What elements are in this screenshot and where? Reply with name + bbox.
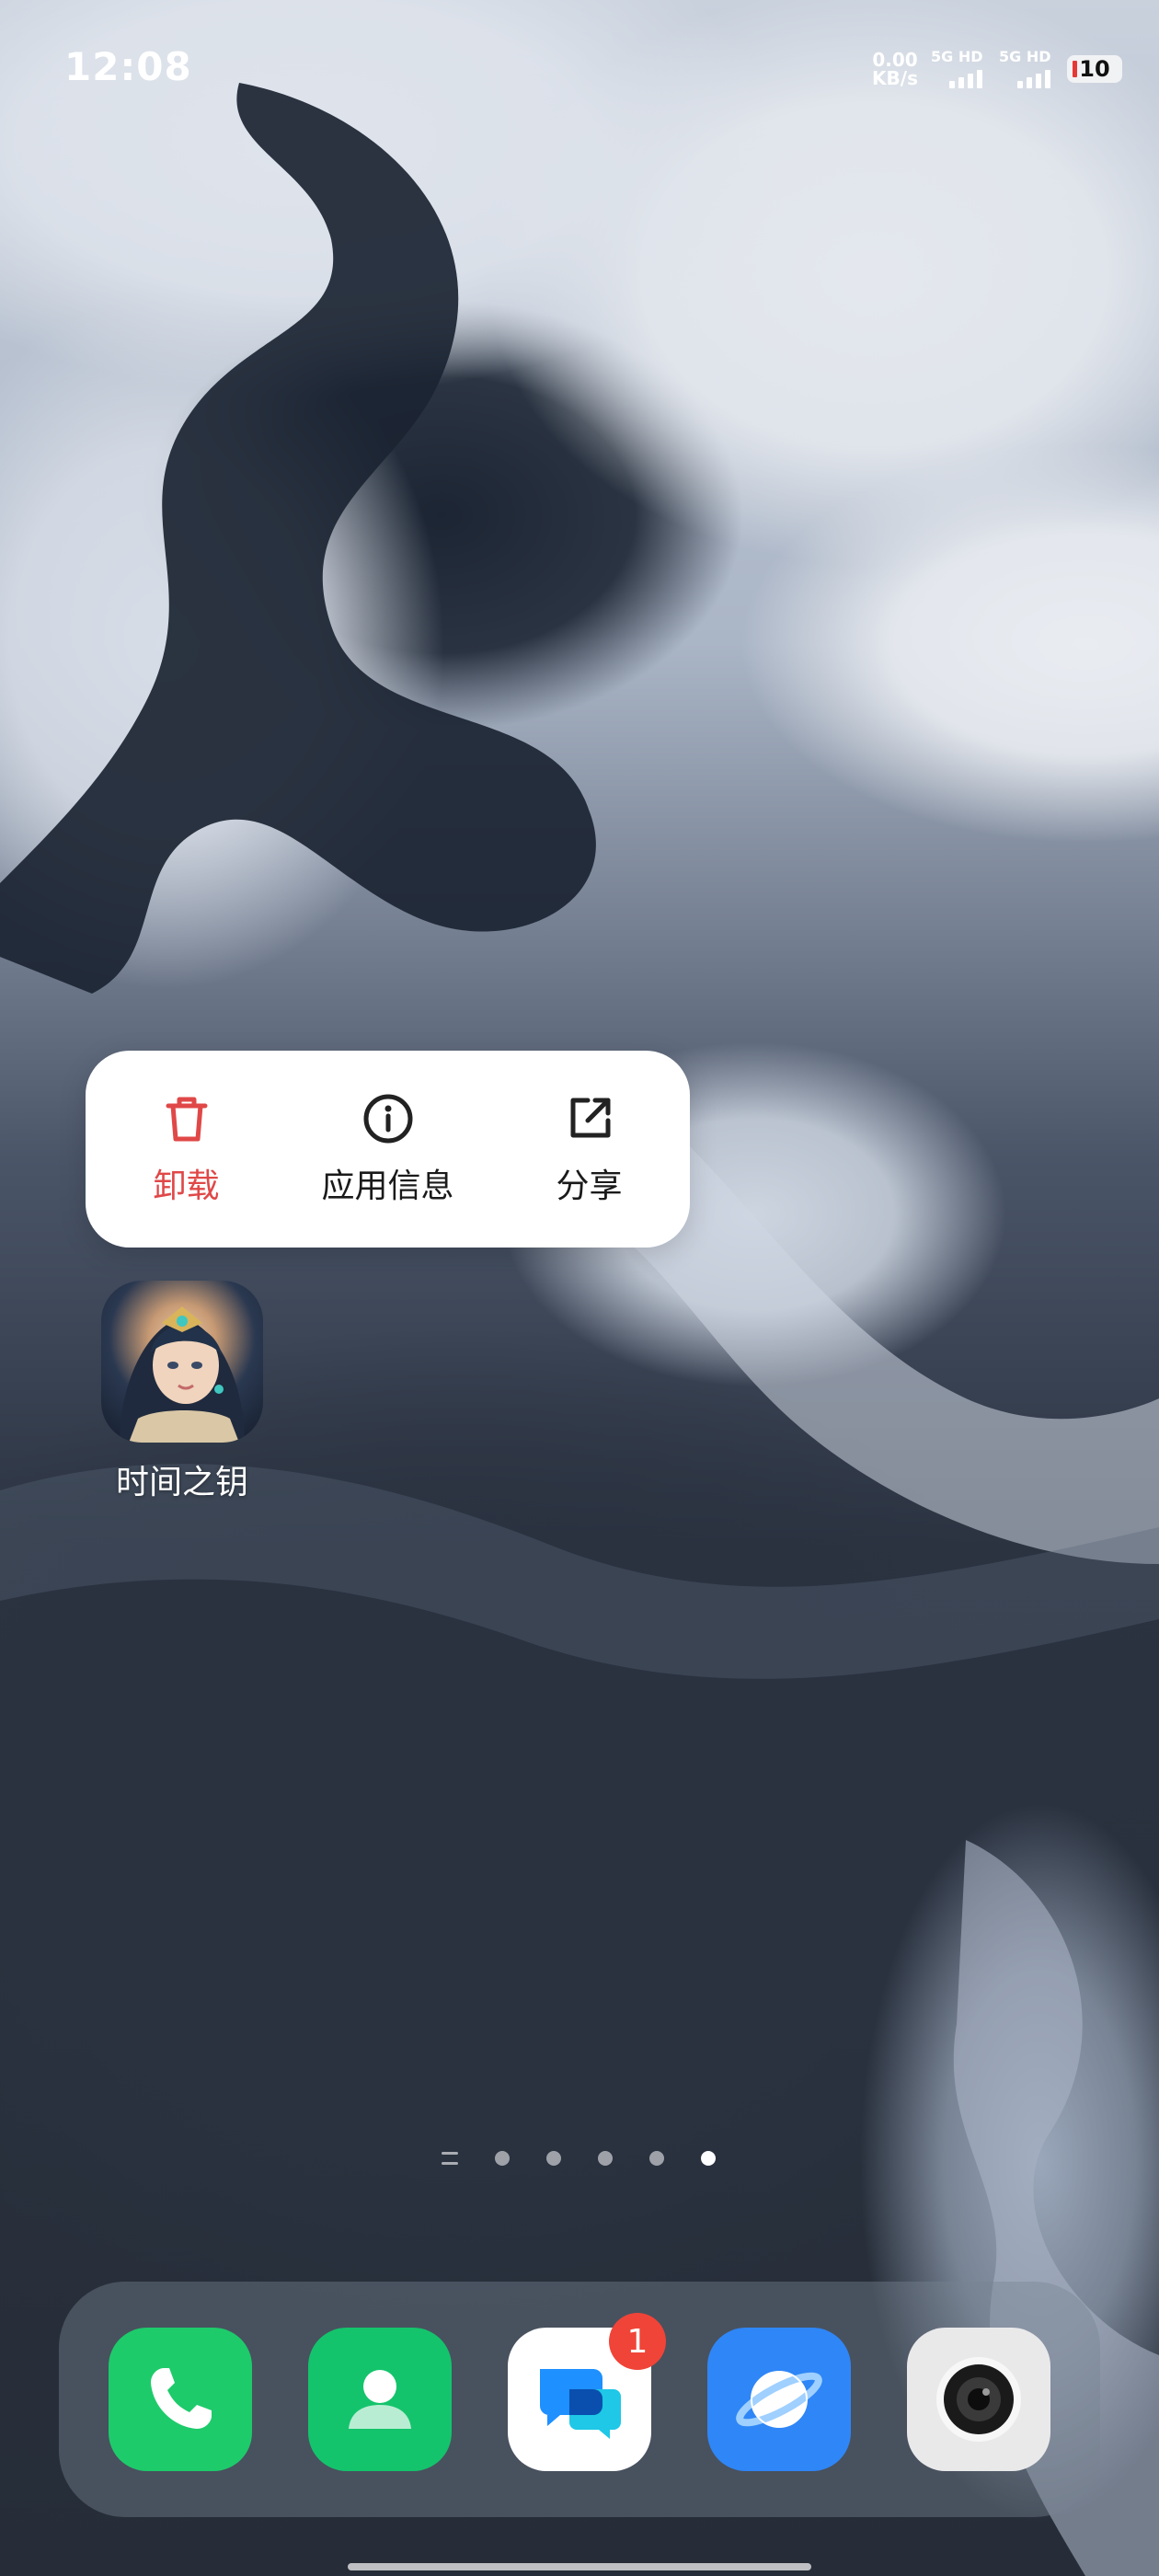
page-dot[interactable] [495, 2151, 510, 2166]
page-dot-active[interactable] [701, 2151, 716, 2166]
page-dot[interactable] [546, 2151, 561, 2166]
browser-icon [736, 2371, 822, 2428]
page-indicator [442, 2151, 716, 2166]
network-speed: 0.00 KB/s [872, 51, 918, 87]
share-icon [570, 1098, 610, 1138]
network-speed-value: 0.00 [872, 49, 918, 71]
messages-icon [540, 2369, 621, 2439]
uninstall-button[interactable]: 卸载 [90, 1066, 283, 1232]
info-icon [363, 1094, 412, 1144]
share-label: 分享 [556, 1167, 623, 1205]
status-time: 12:08 [64, 44, 192, 89]
sim1-label: 5G HD [931, 48, 983, 65]
dock-browser[interactable] [707, 2328, 851, 2471]
camera-icon [936, 2357, 1021, 2442]
phone-icon [151, 2368, 212, 2429]
game-avatar-icon [101, 1281, 263, 1443]
home-indicator[interactable] [348, 2563, 811, 2570]
page-dot[interactable] [649, 2151, 664, 2166]
app-context-menu: 卸载 应用信息 分享 [86, 1051, 690, 1248]
contacts-icon [349, 2370, 411, 2429]
page-dot[interactable] [598, 2151, 613, 2166]
avatar-art [120, 1306, 245, 1443]
status-icons: 0.00 KB/s 5G HD 5G HD 10 [872, 48, 1122, 90]
battery-level-bar [1073, 61, 1077, 77]
sim2-signal-icon: 5G HD [999, 48, 1054, 90]
app-time-key[interactable]: 时间之钥 [101, 1281, 263, 1503]
dock-messages[interactable]: 1 [508, 2313, 666, 2471]
dock-camera[interactable] [907, 2328, 1050, 2471]
sim2-label: 5G HD [999, 48, 1051, 65]
battery-icon: 10 [1067, 55, 1122, 83]
notification-badge: 1 [609, 2313, 666, 2370]
app-info-label: 应用信息 [321, 1167, 454, 1205]
app-info-button[interactable]: 应用信息 [292, 1066, 485, 1232]
network-speed-unit: KB/s [872, 67, 918, 89]
home-screen: 12:08 0.00 KB/s 5G HD 5G HD 10 卸载 应用信息 分… [0, 0, 1159, 2576]
trash-icon [166, 1097, 207, 1142]
sim1-signal-icon: 5G HD [931, 48, 986, 90]
uninstall-label: 卸载 [153, 1167, 220, 1205]
page-list-icon[interactable] [442, 2152, 458, 2165]
dock-phone[interactable] [109, 2328, 252, 2471]
app-label: 时间之钥 [115, 1464, 248, 1501]
dock-contacts[interactable] [308, 2328, 452, 2471]
battery-level: 10 [1079, 56, 1110, 82]
share-button[interactable]: 分享 [493, 1066, 686, 1232]
